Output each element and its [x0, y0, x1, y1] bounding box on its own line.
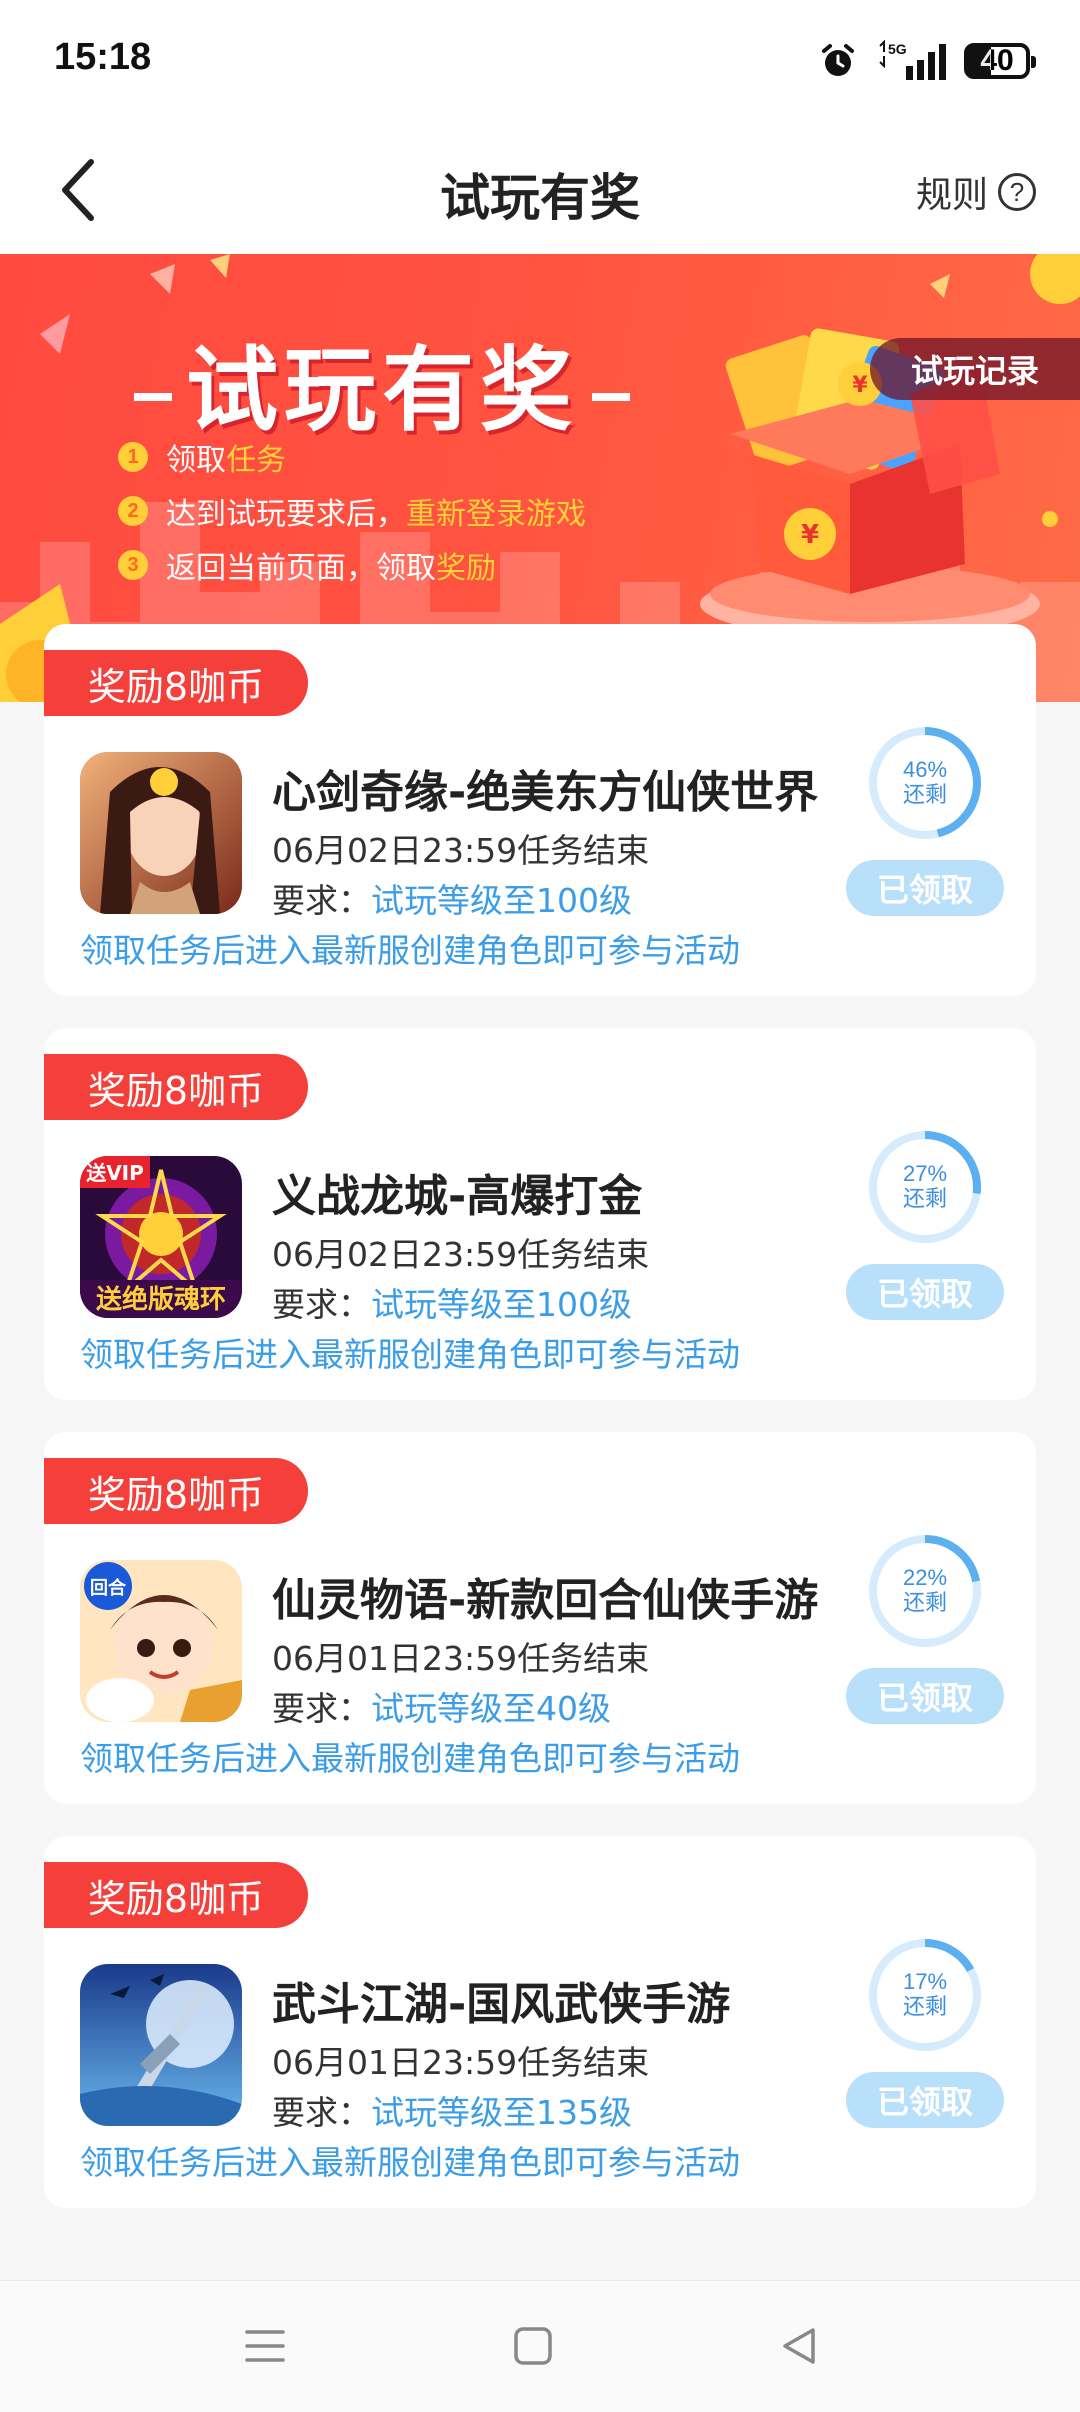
battery-icon: 40 [964, 43, 1036, 79]
game-name[interactable]: 心剑奇缘-绝美东方仙侠世界 [272, 756, 818, 820]
rules-button[interactable]: 规则 ? [916, 166, 1036, 218]
reward-tag: 奖励8咖币 [44, 1862, 308, 1928]
task-note: 领取任务后进入最新服创建角色即可参与活动 [80, 1335, 740, 1374]
step-highlight: 任务 [226, 443, 286, 478]
step-text: 达到试玩要求后， [166, 497, 406, 532]
task-note: 领取任务后进入最新服创建角色即可参与活动 [80, 1739, 740, 1778]
progress-ring: 46% 还剩 [866, 724, 984, 842]
step-highlight: 奖励 [436, 551, 496, 586]
progress-percent: 27% [902, 1160, 948, 1186]
task-card: 奖励8咖币 送绝版魂环 送VIP 义战龙城-高爆打金 06月02日23:59任务… [44, 1028, 1036, 1400]
game-icon-art: 送绝版魂环 送VIP [80, 1156, 242, 1318]
requirement-value: 试玩等级至100级 [371, 881, 632, 920]
progress-percent: 46% [902, 756, 948, 782]
battery-level: 40 [980, 44, 1014, 77]
banner-title-text: 试玩有奖 [186, 337, 579, 444]
progress-percent: 22% [902, 1564, 948, 1590]
game-icon-art [80, 752, 242, 914]
reward-tag: 奖励8咖币 [44, 1458, 308, 1524]
step-number: 2 [118, 496, 148, 526]
task-deadline: 06月02日23:59任务结束 [272, 1235, 650, 1274]
game-name[interactable]: 仙灵物语-新款回合仙侠手游 [272, 1564, 818, 1628]
step-item: 2 达到试玩要求后， 重新登录游戏 [118, 484, 586, 538]
progress-remain-label: 还剩 [902, 783, 947, 808]
step-item: 3 返回当前页面，领取 奖励 [118, 538, 586, 592]
progress-remain-label: 还剩 [902, 1995, 947, 2020]
menu-button[interactable] [230, 2311, 300, 2381]
task-card: 奖励8咖币 回合 仙灵物语-新款回合仙侠手游 06月01日23:59任务结束 要… [44, 1432, 1036, 1804]
step-item: 1 领取 任务 [118, 430, 586, 484]
claimed-button[interactable]: 已领取 [846, 860, 1004, 916]
progress-ring: 17% 还剩 [866, 1936, 984, 2054]
claimed-button[interactable]: 已领取 [846, 1264, 1004, 1320]
step-number: 3 [118, 550, 148, 580]
requirement-label: 要求： [272, 881, 371, 920]
requirement-value: 试玩等级至100级 [371, 1285, 632, 1324]
game-name[interactable]: 义战龙城-高爆打金 [272, 1160, 642, 1224]
game-icon-art: 回合 [80, 1560, 242, 1722]
step-number: 1 [118, 442, 148, 472]
home-button[interactable] [498, 2311, 568, 2381]
step-highlight: 重新登录游戏 [406, 497, 586, 532]
home-square-icon [514, 2327, 552, 2365]
game-name[interactable]: 武斗江湖-国风武侠手游 [272, 1968, 730, 2032]
progress-remain-label: 还剩 [902, 1187, 947, 1212]
reward-tag: 奖励8咖币 [44, 650, 308, 716]
task-requirement: 要求：试玩等级至100级 [272, 1278, 632, 1326]
task-note: 领取任务后进入最新服创建角色即可参与活动 [80, 931, 740, 970]
game-icon[interactable] [80, 1964, 242, 2126]
progress-ring: 27% 还剩 [866, 1128, 984, 1246]
progress-ring: 22% 还剩 [866, 1532, 984, 1650]
status-icons: 5G 40 [818, 38, 1036, 84]
task-deadline: 06月01日23:59任务结束 [272, 1639, 650, 1678]
network-label: 5G [888, 41, 907, 57]
alarm-icon [822, 44, 854, 76]
requirement-value: 试玩等级至40级 [371, 1689, 611, 1728]
requirement-label: 要求： [272, 2093, 371, 2132]
claimed-button[interactable]: 已领取 [846, 2072, 1004, 2128]
task-deadline: 06月01日23:59任务结束 [272, 2043, 650, 2082]
step-text: 领取 [166, 443, 226, 478]
rules-label: 规则 [915, 175, 988, 216]
svg-text:¥: ¥ [801, 520, 819, 550]
system-nav-bar [0, 2280, 1080, 2412]
game-icon-art [80, 1964, 242, 2126]
task-requirement: 要求：试玩等级至100级 [272, 874, 632, 922]
menu-icon [245, 2330, 285, 2362]
task-deadline: 06月02日23:59任务结束 [272, 831, 650, 870]
question-circle-icon: ? [998, 173, 1036, 211]
trial-record-button[interactable]: 试玩记录 [870, 338, 1080, 400]
svg-text:¥: ¥ [852, 373, 868, 398]
game-icon[interactable] [80, 752, 242, 914]
step-text: 返回当前页面，领取 [166, 551, 436, 586]
status-bar: 15:18 5G 40 [0, 0, 1080, 124]
requirement-value: 试玩等级至135级 [371, 2093, 632, 2132]
game-icon[interactable]: 送绝版魂环 送VIP [80, 1156, 242, 1318]
status-time: 15:18 [54, 36, 152, 78]
requirement-label: 要求： [272, 1285, 371, 1324]
task-card: 奖励8咖币 心剑奇缘-绝美东方仙侠世界 06月02日23:59任务结束 要求：试… [44, 624, 1036, 996]
steps-list: 1 领取 任务 2 达到试玩要求后， 重新登录游戏 3 返回当前页面，领取 奖励 [118, 430, 586, 592]
progress-remain-label: 还剩 [902, 1591, 947, 1616]
icon-bottom-text: 送绝版魂环 [96, 1284, 226, 1315]
back-nav-button[interactable] [764, 2311, 834, 2381]
task-requirement: 要求：试玩等级至135级 [272, 2086, 632, 2134]
header: 试玩有奖 规则 ? [0, 124, 1080, 254]
requirement-label: 要求： [272, 1689, 371, 1728]
signal-5g-icon: 5G [879, 40, 946, 80]
reward-tag: 奖励8咖币 [44, 1054, 308, 1120]
back-triangle-icon [783, 2328, 815, 2364]
task-requirement: 要求：试玩等级至40级 [272, 1682, 611, 1730]
progress-percent: 17% [902, 1968, 948, 1994]
icon-top-text: 回合 [90, 1577, 127, 1599]
task-card: 奖励8咖币 武斗江湖-国风武侠手游 06月01日23:59任务结束 要求：试玩等… [44, 1836, 1036, 2208]
task-note: 领取任务后进入最新服创建角色即可参与活动 [80, 2143, 740, 2182]
icon-top-text: 送VIP [86, 1161, 144, 1185]
game-icon[interactable]: 回合 [80, 1560, 242, 1722]
claimed-button[interactable]: 已领取 [846, 1668, 1004, 1724]
